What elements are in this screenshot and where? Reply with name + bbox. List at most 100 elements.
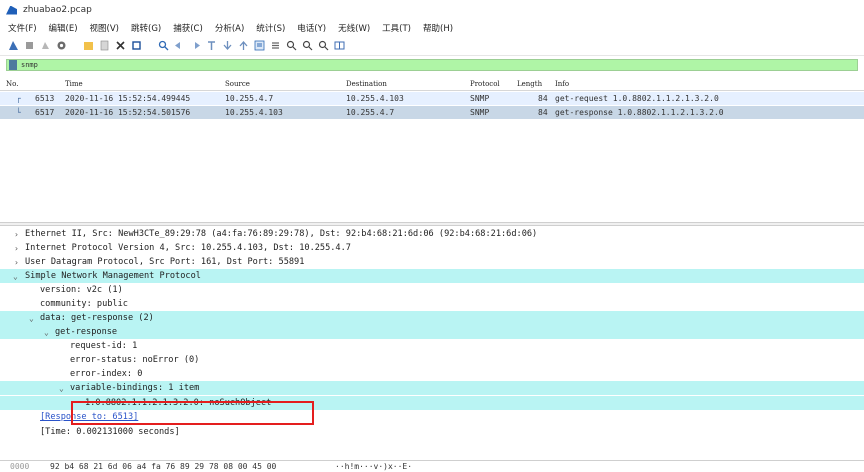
menu-analyze[interactable]: 分析(A) [215,22,244,34]
display-filter-bar[interactable]: snmp [6,59,858,71]
menu-help[interactable]: 帮助(H) [423,22,453,34]
tree-item-error-index[interactable]: error-index: 0 [0,367,864,381]
packet-bytes-pane: 0000 92 b4 68 21 6d 06 a4 fa 76 89 29 78… [0,460,864,472]
column-source[interactable]: Source [225,80,250,88]
first-packet-icon[interactable] [222,40,233,51]
tree-item-community[interactable]: community: public [0,297,864,311]
tree-item-label: community: public [40,299,128,309]
tree-item-label: error-status: noError (0) [70,355,200,365]
close-file-icon[interactable] [115,40,126,51]
collapse-arrow-icon[interactable]: ⌄ [44,328,49,337]
title-bar: zhuabao2.pcap [0,0,864,20]
restart-icon[interactable] [40,40,51,51]
menu-telephony[interactable]: 电话(Y) [297,22,326,34]
highlight-annotation-box [71,401,314,425]
expand-arrow-icon[interactable]: › [14,244,19,253]
last-packet-icon[interactable] [238,40,249,51]
menu-file[interactable]: 文件(F) [8,22,37,34]
packet-row[interactable]: ┌ 6513 2020-11-16 15:52:54.499445 10.255… [0,92,864,105]
toolbar-separator [147,40,153,51]
menu-wireless[interactable]: 无线(W) [338,22,370,34]
tree-item-ethernet[interactable]: › Ethernet II, Src: NewH3CTe_89:29:78 (a… [0,227,864,241]
packet-protocol: SNMP [470,94,490,103]
resize-columns-icon[interactable] [334,40,345,51]
tree-item-label: User Datagram Protocol, Src Port: 161, D… [25,257,305,267]
tree-item-label: error-index: 0 [70,369,143,379]
bookmark-icon[interactable] [9,60,17,70]
column-length[interactable]: Length [517,80,542,88]
open-file-icon[interactable] [83,40,94,51]
tree-item-label: variable-bindings: 1 item [70,383,200,393]
request-arrow-icon: ┌ [16,94,21,103]
column-no[interactable]: No. [6,80,18,88]
column-destination[interactable]: Destination [346,80,387,88]
expand-arrow-icon[interactable]: › [14,230,19,239]
column-time[interactable]: Time [65,80,83,88]
tree-item-time[interactable]: [Time: 0.002131000 seconds] [0,425,864,439]
tree-item-label: Internet Protocol Version 4, Src: 10.255… [25,243,351,253]
pane-splitter[interactable] [0,222,864,226]
stop-icon[interactable] [24,40,35,51]
forward-icon[interactable] [190,40,201,51]
window-title: zhuabao2.pcap [23,5,92,15]
expand-arrow-icon[interactable]: › [14,258,19,267]
tree-item-ip[interactable]: › Internet Protocol Version 4, Src: 10.2… [0,241,864,255]
autoscroll-icon[interactable] [254,40,265,51]
packet-time: 2020-11-16 15:52:54.499445 [65,94,191,103]
menu-view[interactable]: 视图(V) [90,22,119,34]
normal-size-icon[interactable] [318,40,329,51]
column-info[interactable]: Info [555,80,569,88]
tree-item-label: [Time: 0.002131000 seconds] [40,427,180,437]
ascii-bytes: ··h!m···v·)x··E· [335,462,413,471]
go-to-packet-icon[interactable] [206,40,217,51]
collapse-arrow-icon[interactable]: ⌄ [29,314,34,323]
tree-item-error-status[interactable]: error-status: noError (0) [0,353,864,367]
packet-source: 10.255.4.7 [225,94,274,103]
find-icon[interactable] [158,40,169,51]
colorize-icon[interactable] [270,40,281,51]
reload-icon[interactable] [131,40,142,51]
tree-item-get-response[interactable]: ⌄ get-response [0,325,864,339]
toolbar-separator [72,40,78,51]
save-icon[interactable] [99,40,110,51]
tree-item-label: Ethernet II, Src: NewH3CTe_89:29:78 (a4:… [25,229,538,239]
tree-item-label: request-id: 1 [70,341,138,351]
packet-destination: 10.255.4.7 [346,108,395,117]
tree-item-version[interactable]: version: v2c (1) [0,283,864,297]
zoom-out-icon[interactable] [302,40,313,51]
packet-row-selected[interactable]: └ 6517 2020-11-16 15:52:54.501576 10.255… [0,106,864,119]
packet-no: 6517 [35,108,55,117]
back-icon[interactable] [174,40,185,51]
hex-bytes: 92 b4 68 21 6d 06 a4 fa 76 89 29 78 08 0… [50,462,277,471]
display-filter-input[interactable]: snmp [21,61,38,69]
packet-info: get-request 1.0.8802.1.1.2.1.3.2.0 [555,94,719,103]
zoom-in-icon[interactable] [286,40,297,51]
packet-length: 84 [538,94,548,103]
tree-item-label: version: v2c (1) [40,285,123,295]
tree-item-snmp[interactable]: ⌄ Simple Network Management Protocol [0,269,864,283]
shark-fin-icon[interactable] [8,40,19,51]
tree-item-data[interactable]: ⌄ data: get-response (2) [0,311,864,325]
main-toolbar [0,36,864,56]
tree-item-label: data: get-response (2) [40,313,154,323]
packet-destination: 10.255.4.103 [346,94,404,103]
tree-item-label: Simple Network Management Protocol [25,271,201,281]
tree-item-variable-bindings[interactable]: ⌄ variable-bindings: 1 item [0,381,864,395]
menu-statistics[interactable]: 统计(S) [256,22,285,34]
menu-go[interactable]: 跳转(G) [131,22,161,34]
menu-tools[interactable]: 工具(T) [382,22,411,34]
tree-item-request-id[interactable]: request-id: 1 [0,339,864,353]
menu-edit[interactable]: 编辑(E) [49,22,78,34]
tree-item-label: get-response [55,327,118,337]
packet-no: 6513 [35,94,55,103]
collapse-arrow-icon[interactable]: ⌄ [59,384,64,393]
column-protocol[interactable]: Protocol [470,80,500,88]
collapse-arrow-icon[interactable]: ⌄ [13,272,18,281]
tree-item-udp[interactable]: › User Datagram Protocol, Src Port: 161,… [0,255,864,269]
options-icon[interactable] [56,40,67,51]
packet-info: get-response 1.0.8802.1.1.2.1.3.2.0 [555,108,724,117]
byte-offset: 0000 [10,462,30,471]
packet-protocol: SNMP [470,108,490,117]
menu-capture[interactable]: 捕获(C) [173,22,203,34]
packet-time: 2020-11-16 15:52:54.501576 [65,108,191,117]
